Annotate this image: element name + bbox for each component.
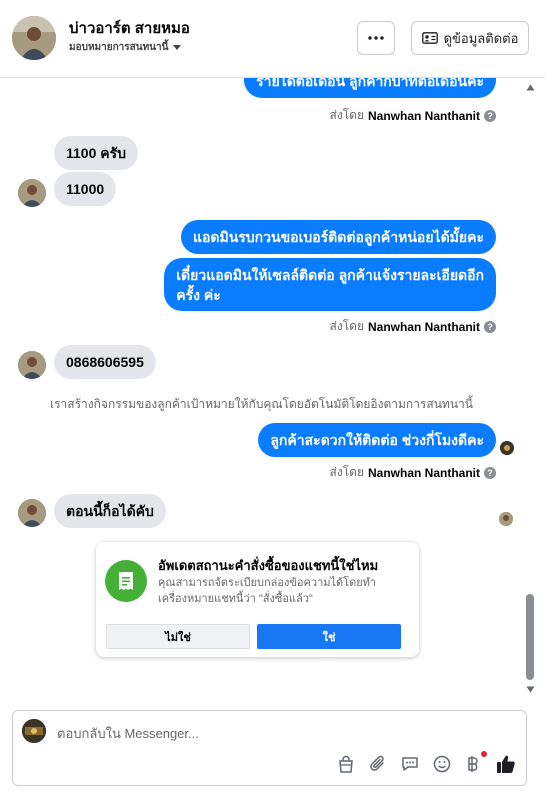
- prompt-description: คุณสามารถจัดระเบียบกล่องข้อความได้โดยทำเ…: [158, 577, 377, 605]
- scroll-down-icon[interactable]: [526, 686, 535, 693]
- message-input[interactable]: ตอบกลับใน Messenger...: [57, 723, 199, 744]
- scrollbar[interactable]: [522, 78, 538, 706]
- question-icon[interactable]: ?: [484, 109, 496, 122]
- reply-composer: ตอบกลับใน Messenger...: [12, 710, 527, 786]
- avatar[interactable]: [18, 179, 46, 207]
- conversation-header: บ่าวอาร์ต สายหมอ มอบหมายการสนทนานี้ ดูข้…: [0, 0, 545, 78]
- sent-by-label: ส่งโดย Nanwhan Nanthanit ?: [330, 106, 496, 125]
- yes-button[interactable]: ใช่: [257, 624, 401, 649]
- contact-name[interactable]: บ่าวอาร์ต สายหมอ: [69, 16, 190, 40]
- view-contact-button[interactable]: ดูข้อมูลติดต่อ: [411, 21, 529, 55]
- contact-card-icon: [421, 32, 438, 44]
- avatar[interactable]: [18, 351, 46, 379]
- system-note: เราสร้างกิจกรรมของลูกค้าเป้าหมายให้กับคุ…: [50, 397, 473, 411]
- outgoing-message: ลูกค้าสะดวกให้ติดต่อ ช่วงกี่โมงดีคะ: [258, 423, 496, 457]
- message-thread[interactable]: รายได้ต่อเดือน ลูกค้ากี่บาทต่อเดือนคะ ส่…: [0, 78, 520, 706]
- incoming-message: 11000: [54, 172, 117, 206]
- question-icon[interactable]: ?: [484, 320, 496, 333]
- outgoing-message: แอดมินรบกวนขอเบอร์ติดต่อลูกค้าหน่อยได้มั…: [180, 220, 496, 254]
- more-horizontal-icon: [368, 36, 384, 40]
- avatar[interactable]: [12, 16, 56, 60]
- outgoing-message: รายได้ต่อเดือน ลูกค้ากี่บาทต่อเดือนคะ: [244, 78, 496, 98]
- prompt-title: อัพเดตสถานะคำสั่งซื้อของแชทนี้ใช่ไหม: [158, 558, 379, 573]
- avatar[interactable]: [18, 499, 46, 527]
- scroll-up-icon[interactable]: [526, 84, 535, 91]
- assign-label: มอบหมายการสนทนานี้: [69, 42, 169, 53]
- page-avatar: [22, 719, 46, 743]
- receipt-icon: [105, 560, 147, 602]
- notification-dot: [481, 751, 487, 757]
- sent-by-label: ส่งโดย Nanwhan Nanthanit ?: [330, 463, 496, 482]
- incoming-message: 1100 ครับ: [54, 136, 139, 170]
- seen-avatar: [499, 512, 513, 526]
- question-icon[interactable]: ?: [484, 466, 496, 479]
- incoming-message: 0868606595: [54, 345, 156, 379]
- caret-down-icon: [173, 44, 182, 50]
- saved-replies-icon[interactable]: [399, 753, 421, 775]
- scrollbar-thumb[interactable]: [526, 594, 534, 680]
- paperclip-icon[interactable]: [367, 753, 389, 775]
- like-icon[interactable]: [495, 753, 517, 775]
- shopping-bag-icon[interactable]: [335, 753, 357, 775]
- emoji-icon[interactable]: [431, 753, 453, 775]
- outgoing-message: เดี๋ยวแอดมินให้เซลล์ติดต่อ ลูกค้าแจ้งราย…: [164, 258, 496, 311]
- view-contact-label: ดูข้อมูลติดต่อ: [443, 30, 519, 46]
- assign-conversation-dropdown[interactable]: มอบหมายการสนทนานี้: [69, 40, 182, 55]
- more-options-button[interactable]: [357, 21, 395, 55]
- incoming-message: ตอนนี้ก็อได้คับ: [54, 494, 166, 528]
- sent-by-label: ส่งโดย Nanwhan Nanthanit ?: [330, 317, 496, 336]
- order-status-prompt: อัพเดตสถานะคำสั่งซื้อของแชทนี้ใช่ไหม คุณ…: [96, 542, 419, 657]
- no-button[interactable]: ไม่ใช่: [106, 624, 250, 649]
- seen-avatar: [500, 441, 514, 455]
